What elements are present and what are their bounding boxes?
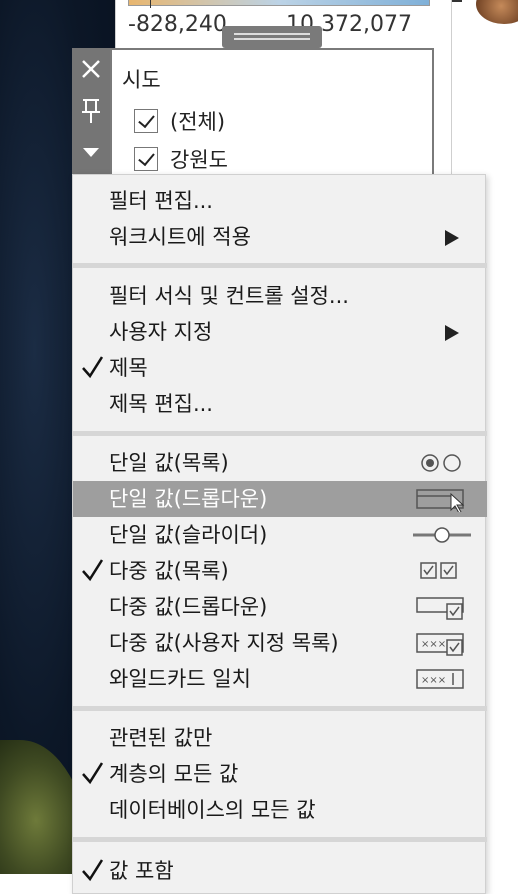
filter-item-label: (전체): [170, 110, 226, 134]
menu-item-label: 다중 값(드롭다운): [109, 595, 268, 619]
menu-item-include-values[interactable]: 값 포함: [73, 853, 487, 889]
filter-item-all[interactable]: (전체): [134, 106, 225, 136]
menu-item-single-dropdown[interactable]: 단일 값(드롭다운): [73, 481, 487, 517]
filter-card: 시도 (전체) 강원도: [110, 48, 434, 178]
legend-tick: [150, 0, 151, 8]
menu-item-customize[interactable]: 사용자 지정: [73, 314, 487, 350]
menu-item-label: 제목: [109, 356, 148, 380]
dropdown-cursor-icon: [416, 489, 465, 512]
drag-handle[interactable]: [222, 26, 322, 48]
menu-item-single-slider[interactable]: 단일 값(슬라이더): [73, 517, 487, 553]
grip-line: [234, 33, 310, 35]
checkbox-dropdown-icon: [416, 597, 464, 620]
submenu-arrow-icon: [445, 230, 459, 246]
avatar[interactable]: [476, 0, 518, 24]
close-button[interactable]: [72, 48, 110, 90]
menu-item-label: 필터 서식 및 컨트롤 설정...: [109, 284, 349, 308]
menu-item-label: 다중 값(목록): [109, 559, 229, 583]
filter-title: 시도: [122, 68, 161, 92]
menu-item-label: 계층의 모든 값: [109, 762, 239, 786]
grip-line: [234, 38, 310, 40]
menu-item-label: 단일 값(드롭다운): [109, 487, 268, 511]
pin-button[interactable]: [72, 90, 110, 132]
legend-min-value: -828,240: [128, 12, 227, 37]
menu-separator: [73, 431, 487, 436]
menu-item-label: 단일 값(슬라이더): [109, 523, 268, 547]
custom-list-icon: ×××: [416, 633, 464, 656]
context-menu: 필터 편집... 워크시트에 적용 필터 서식 및 컨트롤 설정... 사용자 …: [72, 174, 487, 894]
submenu-arrow-icon: [445, 325, 459, 341]
menu-item-edit-title[interactable]: 제목 편집...: [73, 386, 487, 422]
filter-control-strip: [72, 48, 110, 174]
menu-item-multi-custom[interactable]: 다중 값(사용자 지정 목록) ×××: [73, 625, 487, 661]
menu-item-apply-to-worksheets[interactable]: 워크시트에 적용: [73, 219, 487, 255]
menu-item-label: 사용자 지정: [109, 320, 213, 344]
checkbox[interactable]: [134, 147, 158, 171]
filter-item-label: 강원도: [170, 148, 228, 172]
checkmark-icon: [82, 356, 103, 379]
wildcard-icon: ×××: [416, 669, 464, 689]
menu-item-multi-list[interactable]: 다중 값(목록): [73, 553, 487, 589]
menu-separator: [73, 837, 487, 842]
checkmark-icon: [82, 859, 103, 882]
chevron-down-icon: [83, 148, 99, 157]
menu-item-wildcard[interactable]: 와일드카드 일치 ×××: [73, 661, 487, 697]
menu-item-label: 제목 편집...: [109, 392, 213, 416]
menu-item-label: 워크시트에 적용: [109, 225, 251, 249]
menu-item-label: 데이터베이스의 모든 값: [109, 798, 316, 822]
menu-separator: [73, 263, 487, 268]
close-icon: [82, 60, 100, 78]
menu-item-format-filters[interactable]: 필터 서식 및 컨트롤 설정...: [73, 278, 487, 314]
filter-item-gangwon[interactable]: 강원도: [134, 144, 228, 174]
menu-item-label: 단일 값(목록): [109, 451, 229, 475]
menu-item-label: 값 포함: [109, 859, 174, 883]
menu-item-all-in-database[interactable]: 데이터베이스의 모든 값: [73, 792, 487, 828]
menu-item-relevant-values[interactable]: 관련된 값만: [73, 720, 487, 756]
svg-text:×××: ×××: [421, 675, 446, 686]
menu-item-all-in-hierarchy[interactable]: 계층의 모든 값: [73, 756, 487, 792]
pin-icon: [82, 99, 100, 123]
checkbox[interactable]: [134, 109, 158, 133]
svg-text:×××: ×××: [421, 639, 446, 650]
menu-item-label: 다중 값(사용자 지정 목록): [109, 631, 339, 655]
menu-item-single-list[interactable]: 단일 값(목록): [73, 445, 487, 481]
legend-color-ramp: [128, 0, 430, 6]
slider-icon: [413, 527, 471, 543]
menu-item-label: 필터 편집...: [109, 189, 213, 213]
menu-dropdown-button[interactable]: [72, 132, 110, 174]
divider: [452, 0, 462, 2]
checkmark-icon: [82, 559, 103, 582]
menu-separator: [73, 706, 487, 711]
menu-item-title[interactable]: 제목: [73, 350, 487, 386]
checkbox-list-icon: [420, 562, 457, 579]
radio-list-icon: [421, 454, 461, 472]
menu-item-multi-dropdown[interactable]: 다중 값(드롭다운): [73, 589, 487, 625]
menu-item-label: 와일드카드 일치: [109, 667, 251, 691]
menu-item-label: 관련된 값만: [109, 726, 213, 750]
checkmark-icon: [82, 762, 103, 785]
menu-item-edit-filter[interactable]: 필터 편집...: [73, 183, 487, 219]
